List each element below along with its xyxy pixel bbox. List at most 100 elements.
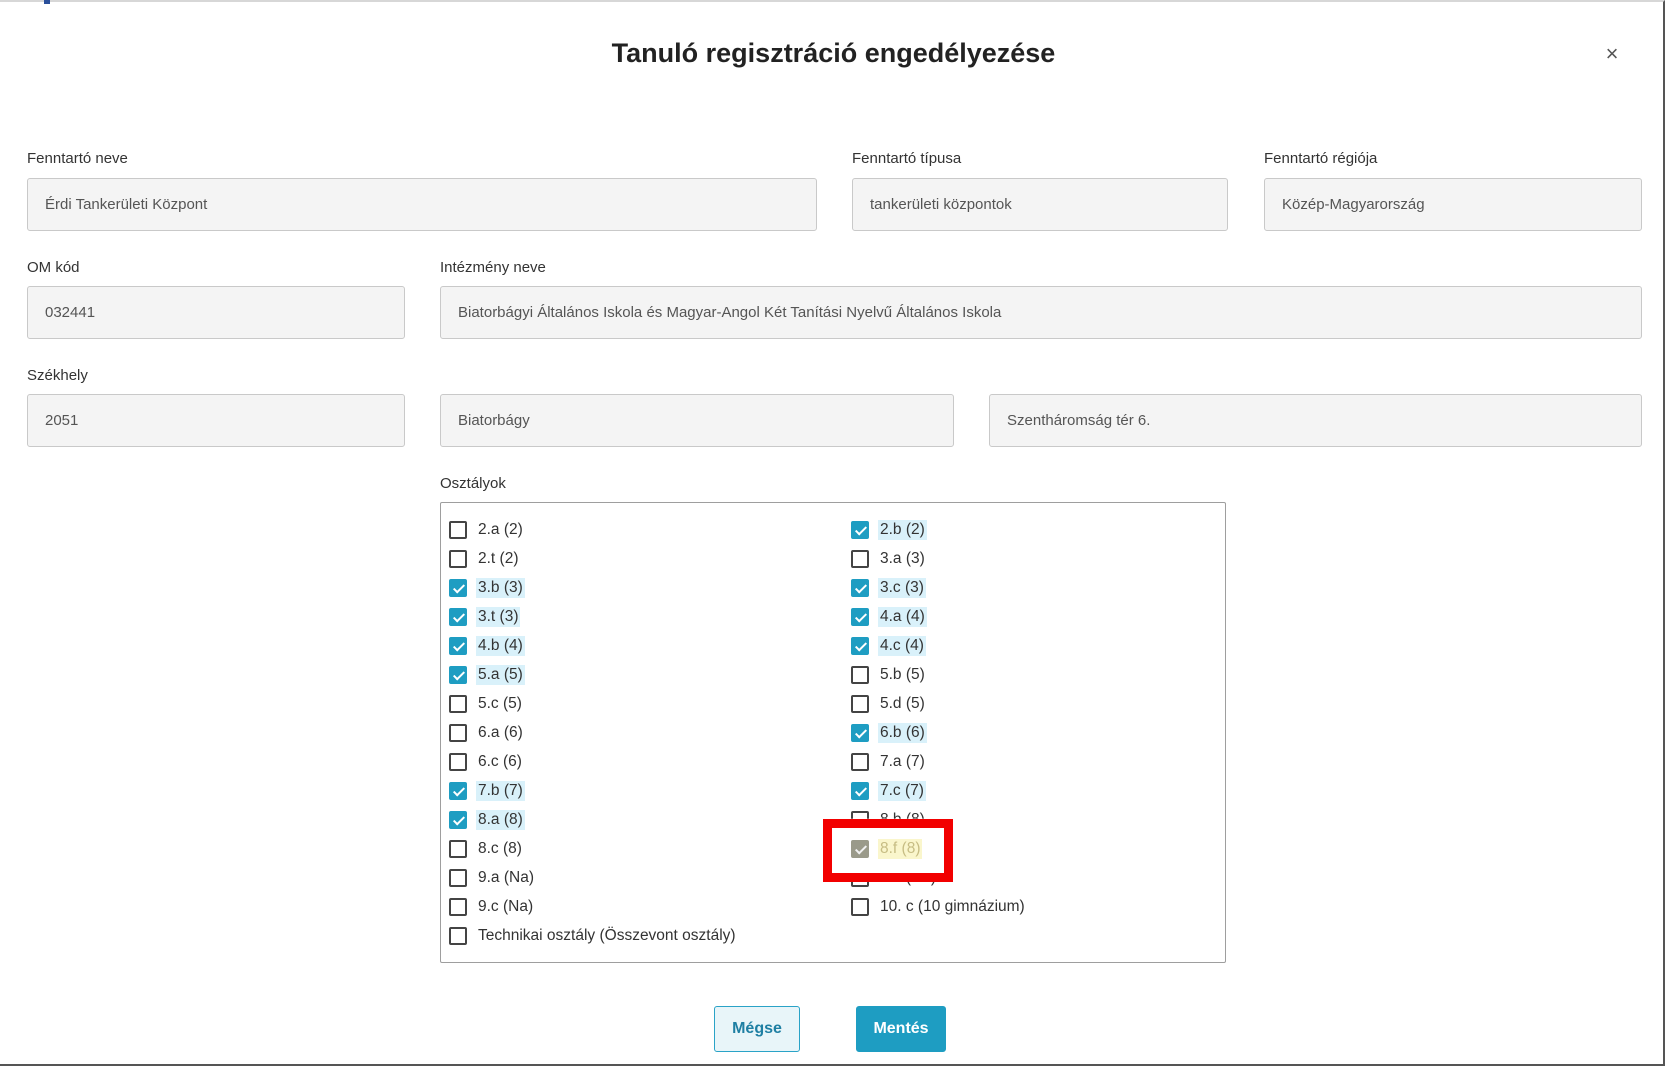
class-checkbox-item[interactable]: 9.c (Na)	[449, 895, 535, 919]
class-checkbox-label: 3.b (3)	[476, 578, 525, 598]
class-checkbox-item[interactable]: 2.a (2)	[449, 518, 525, 542]
background-edge	[44, 0, 50, 4]
class-checkbox-label: 7.b (7)	[476, 781, 525, 801]
szekhely-label: Székhely	[27, 367, 88, 384]
checkbox-checked-icon[interactable]	[851, 782, 869, 800]
class-checkbox-label: 2.t (2)	[478, 550, 519, 567]
checkbox-checked-icon[interactable]	[449, 811, 467, 829]
fenntarto-regioja-field[interactable]: Közép-Magyarország	[1264, 178, 1642, 231]
class-checkbox-item[interactable]: 3.t (3)	[449, 605, 521, 629]
checkbox-unchecked-icon[interactable]	[449, 550, 467, 568]
classes-checkbox-list	[440, 502, 1226, 963]
checkbox-checked-icon[interactable]	[449, 637, 467, 655]
fenntarto-tipusa-label: Fenntartó típusa	[852, 150, 962, 167]
checkbox-unchecked-icon[interactable]	[449, 927, 467, 945]
class-checkbox-label: 2.a (2)	[478, 521, 523, 538]
class-checkbox-item[interactable]: 6.c (6)	[449, 750, 524, 774]
checkbox-checked-icon[interactable]	[449, 666, 467, 684]
om-kod-label: OM kód	[27, 259, 80, 276]
class-checkbox-label: 5.b (5)	[880, 666, 925, 683]
class-checkbox-label: 5.d (5)	[880, 695, 925, 712]
checkbox-checked-icon[interactable]	[851, 724, 869, 742]
class-checkbox-item[interactable]: 5.c (5)	[449, 692, 524, 716]
checkbox-unchecked-icon[interactable]	[851, 898, 869, 916]
checkbox-checked-icon[interactable]	[449, 608, 467, 626]
checkbox-unchecked-icon[interactable]	[449, 724, 467, 742]
class-checkbox-label: 2.b (2)	[878, 520, 927, 540]
class-checkbox-item[interactable]: 10. c (10 gimnázium)	[851, 895, 1027, 919]
class-checkbox-item[interactable]: 9.a (Na)	[449, 866, 536, 890]
fenntarto-neve-field[interactable]: Érdi Tankerületi Központ	[27, 178, 817, 231]
intezmeny-neve-label: Intézmény neve	[440, 259, 546, 276]
class-checkbox-item[interactable]: 4.c (4)	[851, 634, 926, 658]
class-checkbox-label: 3.a (3)	[880, 550, 925, 567]
class-checkbox-item[interactable]: 7.b (7)	[449, 779, 525, 803]
class-checkbox-item[interactable]: 5.a (5)	[449, 663, 525, 687]
fenntarto-regioja-label: Fenntartó régiója	[1264, 150, 1378, 167]
checkbox-checked-icon[interactable]	[449, 782, 467, 800]
class-checkbox-item[interactable]: 7.a (7)	[851, 750, 927, 774]
checkbox-checked-icon[interactable]	[851, 521, 869, 539]
checkbox-unchecked-icon[interactable]	[449, 695, 467, 713]
class-checkbox-label: 4.a (4)	[878, 607, 927, 627]
fenntarto-tipusa-field[interactable]: tankerületi központok	[852, 178, 1228, 231]
szekhely-city-field[interactable]: Biatorbágy	[440, 394, 954, 447]
class-checkbox-label: 5.c (5)	[478, 695, 522, 712]
class-checkbox-item[interactable]: Technikai osztály (Összevont osztály)	[449, 924, 738, 948]
checkbox-unchecked-icon[interactable]	[449, 898, 467, 916]
checkbox-checked-icon[interactable]	[449, 579, 467, 597]
class-checkbox-label: 8.c (8)	[478, 840, 522, 857]
class-checkbox-item[interactable]: 3.c (3)	[851, 576, 926, 600]
class-checkbox-item[interactable]: 4.a (4)	[851, 605, 927, 629]
class-checkbox-label: 6.c (6)	[478, 753, 522, 770]
class-checkbox-item[interactable]: 7.c (7)	[851, 779, 926, 803]
class-checkbox-item[interactable]: 5.b (5)	[851, 663, 927, 687]
class-checkbox-label: 6.a (6)	[478, 724, 523, 741]
checkbox-unchecked-icon[interactable]	[851, 695, 869, 713]
class-checkbox-item[interactable]: 6.a (6)	[449, 721, 525, 745]
class-checkbox-item[interactable]: 8.a (8)	[449, 808, 525, 832]
highlight-annotation-box	[823, 819, 953, 882]
class-checkbox-item[interactable]: 6.b (6)	[851, 721, 927, 745]
close-icon[interactable]: ×	[1600, 42, 1624, 66]
checkbox-unchecked-icon[interactable]	[851, 753, 869, 771]
class-checkbox-label: 5.a (5)	[476, 665, 525, 685]
class-checkbox-item[interactable]: 2.t (2)	[449, 547, 520, 571]
checkbox-unchecked-icon[interactable]	[449, 869, 467, 887]
checkbox-checked-icon[interactable]	[851, 637, 869, 655]
class-checkbox-item[interactable]: 3.a (3)	[851, 547, 927, 571]
class-checkbox-label: 9.a (Na)	[478, 869, 534, 886]
class-checkbox-label: 3.c (3)	[878, 578, 926, 598]
class-checkbox-label: 10. c (10 gimnázium)	[880, 898, 1025, 915]
checkbox-checked-icon[interactable]	[851, 608, 869, 626]
szekhely-street-field[interactable]: Szentháromság tér 6.	[989, 394, 1642, 447]
szekhely-zip-field[interactable]: 2051	[27, 394, 405, 447]
class-checkbox-item[interactable]: 3.b (3)	[449, 576, 525, 600]
class-checkbox-item[interactable]: 2.b (2)	[851, 518, 927, 542]
checkbox-unchecked-icon[interactable]	[449, 521, 467, 539]
class-checkbox-label: 7.a (7)	[880, 753, 925, 770]
class-checkbox-label: 4.b (4)	[476, 636, 525, 656]
checkbox-checked-icon[interactable]	[851, 579, 869, 597]
checkbox-unchecked-icon[interactable]	[851, 550, 869, 568]
class-checkbox-item[interactable]: 5.d (5)	[851, 692, 927, 716]
class-checkbox-label: 6.b (6)	[878, 723, 927, 743]
class-checkbox-label: 7.c (7)	[878, 781, 926, 801]
class-checkbox-label: 4.c (4)	[878, 636, 926, 656]
class-checkbox-label: 3.t (3)	[476, 607, 521, 627]
class-checkbox-label: Technikai osztály (Összevont osztály)	[478, 927, 736, 944]
class-checkbox-label: 9.c (Na)	[478, 898, 534, 915]
class-checkbox-item[interactable]: 4.b (4)	[449, 634, 525, 658]
dialog-title: Tanuló regisztráció engedélyezése	[611, 38, 1056, 68]
fenntarto-neve-label: Fenntartó neve	[27, 150, 128, 167]
class-checkbox-label: 8.a (8)	[476, 810, 525, 830]
save-button[interactable]: Mentés	[856, 1006, 946, 1052]
osztalyok-label: Osztályok	[440, 475, 506, 492]
class-checkbox-item[interactable]: 8.c (8)	[449, 837, 524, 861]
om-kod-field[interactable]: 032441	[27, 286, 405, 339]
intezmeny-neve-field[interactable]: Biatorbágyi Általános Iskola és Magyar-A…	[440, 286, 1642, 339]
checkbox-unchecked-icon[interactable]	[449, 753, 467, 771]
checkbox-unchecked-icon[interactable]	[851, 666, 869, 684]
cancel-button[interactable]: Mégse	[714, 1006, 800, 1052]
checkbox-unchecked-icon[interactable]	[449, 840, 467, 858]
